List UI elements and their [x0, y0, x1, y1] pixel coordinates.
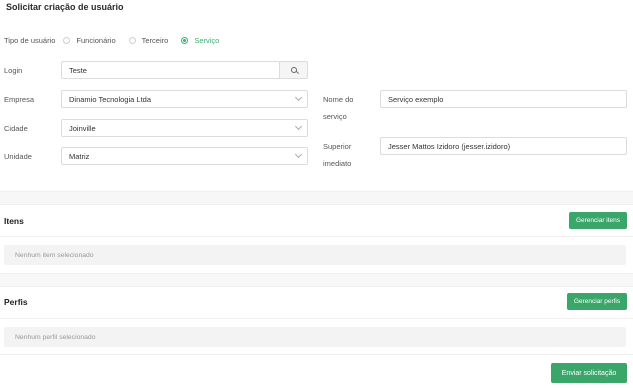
login-search-button[interactable]: [280, 61, 308, 79]
radio-funcionario[interactable]: Funcionário: [63, 36, 116, 45]
empresa-select[interactable]: Dinamio Tecnologia Ltda: [61, 90, 308, 108]
superior-input[interactable]: Jesser Mattos Izidoro (jesser.izidoro): [380, 137, 627, 155]
unidade-select[interactable]: Matriz: [61, 147, 308, 165]
radio-circle-checked: [181, 37, 189, 44]
search-icon: [290, 67, 297, 73]
perfis-empty-state: Nenhum perfil selecionado: [4, 327, 626, 347]
radio-terceiro[interactable]: Terceiro: [128, 36, 169, 45]
radio-label: Serviço: [194, 36, 220, 45]
unidade-value: Matriz: [69, 151, 90, 161]
chevron-down-icon: [294, 93, 303, 102]
chevron-down-icon: [294, 122, 303, 131]
nome-servico-label-line2: serviço: [323, 112, 347, 121]
section-divider-band: [0, 273, 633, 287]
empresa-label: Empresa: [4, 95, 35, 104]
radio-circle: [128, 37, 136, 44]
radio-servico[interactable]: Serviço: [181, 36, 219, 45]
section-divider-band: [0, 191, 633, 205]
itens-title: Itens: [4, 216, 24, 226]
divider: [0, 354, 633, 355]
cidade-value: Joinville: [69, 123, 96, 133]
radio-circle: [63, 37, 71, 44]
nome-servico-input[interactable]: Serviço exemplo: [380, 90, 627, 108]
cidade-label: Cidade: [4, 124, 28, 133]
page-title: Solicitar criação de usuário: [6, 2, 124, 12]
empresa-value: Dinamio Tecnologia Ltda: [69, 94, 151, 104]
superior-label-line2: imediato: [323, 159, 352, 168]
itens-empty-state: Nenhum item selecionado: [4, 245, 626, 265]
gerenciar-perfis-button[interactable]: Gerenciar perfis: [567, 293, 627, 310]
superior-label-line1: Superior: [323, 142, 352, 151]
nome-servico-label-line1: Nome do: [323, 95, 354, 104]
chevron-down-icon: [294, 150, 303, 159]
login-label: Login: [4, 66, 23, 75]
enviar-solicitacao-button[interactable]: Enviar solicitação: [551, 363, 627, 383]
divider: [0, 318, 633, 319]
cidade-select[interactable]: Joinville: [61, 119, 308, 137]
login-input[interactable]: Teste: [61, 61, 280, 79]
user-type-group: Tipo de usuário Funcionário Terceiro Ser…: [4, 36, 232, 45]
user-type-label: Tipo de usuário: [4, 36, 56, 45]
radio-label: Funcionário: [76, 36, 116, 45]
unidade-label: Unidade: [4, 152, 32, 161]
radio-label: Terceiro: [141, 36, 169, 45]
gerenciar-itens-button[interactable]: Gerenciar itens: [569, 212, 627, 229]
divider: [0, 236, 633, 237]
perfis-title: Perfis: [4, 297, 28, 307]
